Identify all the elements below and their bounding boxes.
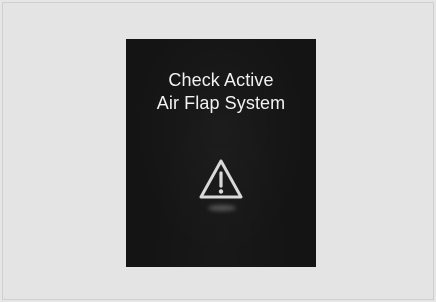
message-line-2: Air Flap System bbox=[156, 93, 286, 113]
icon-glow bbox=[208, 205, 236, 211]
message-line-1: Check Active bbox=[168, 70, 274, 90]
warning-triangle-icon bbox=[199, 159, 243, 199]
display-panel: Check Active Air Flap System bbox=[126, 39, 316, 267]
warning-message: Check Active Air Flap System bbox=[126, 69, 316, 115]
